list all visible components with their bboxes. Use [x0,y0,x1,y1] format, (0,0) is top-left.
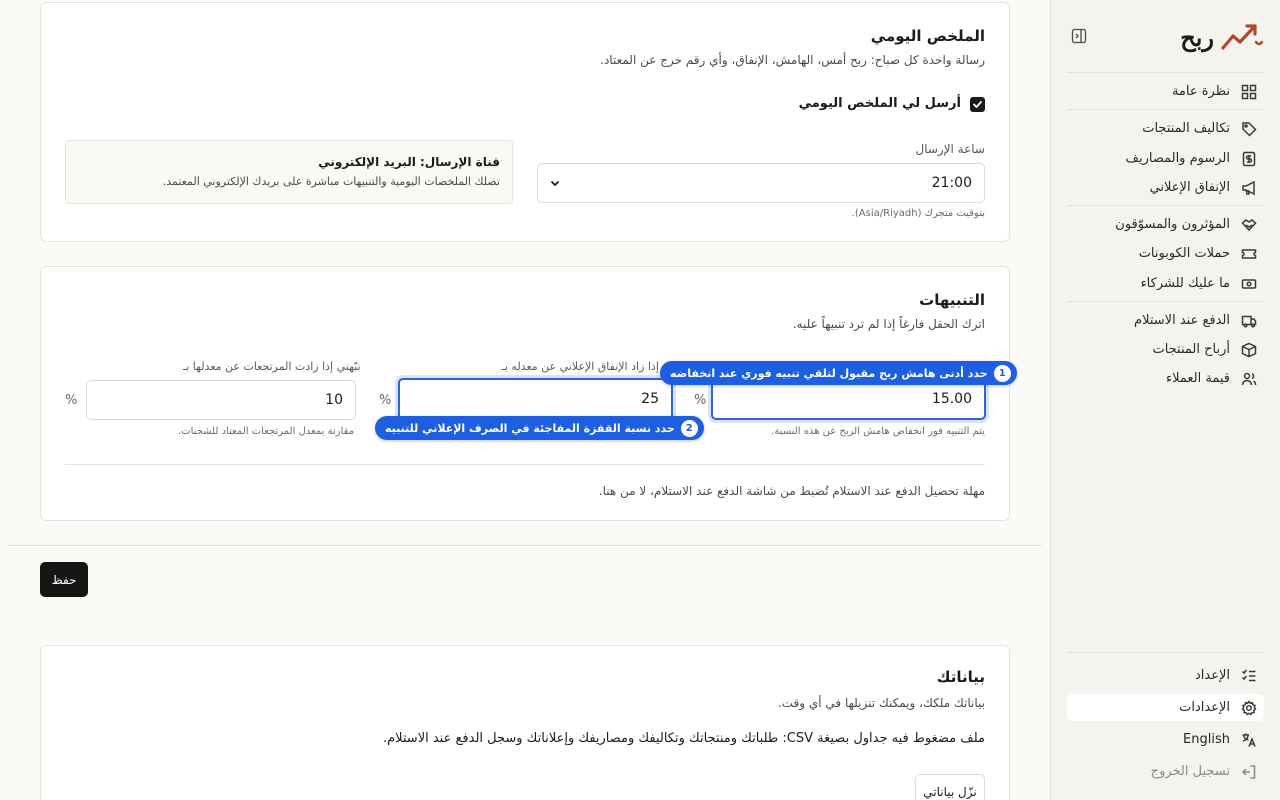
card-title: الملخص اليومي [870,27,985,45]
sidebar-item-product-costs[interactable]: تكاليف المنتجات [1067,115,1264,142]
sidebar-item-label: الإعدادات [1179,700,1230,715]
sidebar-item-label: المؤثرون والمسوّقون [1115,217,1230,232]
banknote-icon [1240,275,1258,293]
users-icon [1240,370,1258,388]
card-description: اترك الحقل فارغاً إذا لم ترد تنبيهاً علي… [792,317,985,331]
save-button[interactable]: حفظ [40,562,88,597]
send-time-value: 21:00 [931,175,972,191]
sidebar-item-label: تكاليف المنتجات [1142,121,1230,136]
sidebar: ربح نظرة عامة تكاليف المنتجات الرسوم وال… [1050,0,1280,800]
timezone-hint: بتوقيت متجرك (Asia/Riyadh). [851,208,985,219]
sidebar-item-label: أرباح المنتجات [1152,342,1230,357]
sidebar-item-product-profits[interactable]: أرباح المنتجات [1067,336,1264,363]
returns-threshold-input[interactable]: 10 [86,380,356,420]
card-description: بياناتك ملكك، ويمكنك تنزيلها في أي وقت. [777,696,985,710]
your-data-card: بياناتك بياناتك ملكك، ويمكنك تنزيلها في … [40,645,1010,800]
sidebar-item-label: الإنفاق الإعلاني [1149,180,1230,195]
brand[interactable]: ربح [1180,20,1264,54]
dollar-receipt-icon [1240,150,1258,168]
tag-icon [1240,120,1258,138]
cod-note: مهلة تحصيل الدفع عند الاستلام تُضبط من ش… [598,484,985,498]
sidebar-item-label: تسجيل الخروج [1150,764,1230,779]
save-bar-divider [8,545,1042,546]
handshake-icon [1240,216,1258,234]
sidebar-item-label: ما عليك للشركاء [1140,276,1230,291]
megaphone-icon [1240,179,1258,197]
callout-number: 2 [680,419,698,437]
brand-name: ربح [1180,22,1214,52]
sidebar-item-setup[interactable]: الإعداد [1067,662,1264,689]
truck-icon [1240,312,1258,330]
callout-text: حدد أدنى هامش ربح مقبول لتلقي تنبيه فوري… [670,366,988,380]
translate-icon [1240,731,1258,749]
ticket-icon [1240,245,1258,263]
callout-number: 1 [993,364,1011,382]
logout-icon [1240,763,1258,781]
sidebar-item-partners[interactable]: ما عليك للشركاء [1067,270,1264,297]
sidebar-item-label: نظرة عامة [1171,84,1230,99]
download-data-button[interactable]: نزّل بياناتي [915,774,985,800]
send-time-select[interactable]: 21:00 [537,163,985,203]
sidebar-divider [1067,652,1264,653]
ad-spend-threshold-input[interactable]: 25 [398,378,673,420]
checklist-icon [1240,667,1258,685]
callout-ad-spend-tip: 2 حدد نسبة القفزة المفاجئة في الصرف الإع… [375,416,704,440]
sidebar-item-logout[interactable]: تسجيل الخروج [1067,758,1264,785]
daily-summary-checkbox[interactable] [970,97,985,112]
section-divider [65,464,985,465]
gear-icon [1240,699,1258,717]
returns-threshold-hint: مقارنة بمعدل المرتجعات المعتاد للشحنات. [178,426,355,437]
sidebar-item-label: الإعداد [1194,668,1230,683]
sidebar-collapse-button[interactable] [1069,26,1089,46]
sidebar-divider [1067,301,1264,302]
sidebar-item-fees[interactable]: الرسوم والمصاريف [1067,145,1264,172]
callout-text: حدد نسبة القفزة المفاجئة في الصرف الإعلا… [385,421,675,435]
card-description: رسالة واحدة كل صباح: ربح أمس، الهامش، ال… [600,53,985,67]
sidebar-item-settings[interactable]: الإعدادات [1067,694,1264,721]
sidebar-item-label: English [1183,732,1230,747]
grid-icon [1240,83,1258,101]
data-export-detail: ملف مضغوط فيه جداول بصيغة CSV: طلباتك وم… [382,731,985,746]
sidebar-item-cod[interactable]: الدفع عند الاستلام [1067,307,1264,334]
chevron-down-icon [550,180,560,187]
returns-threshold-label: نبّهني إذا زادت المرتجعات عن معدلها بـ [183,360,361,373]
percent-unit: % [694,393,707,408]
sidebar-divider [1067,205,1264,206]
sidebar-item-coupons[interactable]: حملات الكوبونات [1067,240,1264,267]
sidebar-item-overview[interactable]: نظرة عامة [1067,78,1264,105]
margin-threshold-value: 15.00 [931,391,972,407]
channel-info-box: قناة الإرسال: البريد الإلكتروني تصلك الم… [65,140,513,204]
percent-unit: % [65,393,78,408]
sidebar-item-label: الدفع عند الاستلام [1134,313,1230,328]
sidebar-item-influencers[interactable]: المؤثرون والمسوّقون [1067,211,1264,238]
ad-spend-threshold-value: 25 [641,391,659,407]
card-title: التنبيهات [919,291,985,309]
sidebar-divider [1067,72,1264,73]
sidebar-item-ad-spend[interactable]: الإنفاق الإعلاني [1067,174,1264,201]
percent-unit: % [379,393,392,408]
card-title: بياناتك [936,668,985,686]
daily-summary-checkbox-label[interactable]: أرسل لي الملخص اليومي [799,96,961,111]
sidebar-item-label: الرسوم والمصاريف [1125,151,1231,166]
panel-collapse-icon [1071,28,1087,44]
alerts-card: التنبيهات اترك الحقل فارغاً إذا لم ترد ت… [40,266,1010,521]
sidebar-item-language[interactable]: English [1067,726,1264,753]
check-icon [973,101,982,108]
box-icon [1240,341,1258,359]
sidebar-item-label: قيمة العملاء [1166,371,1230,386]
brand-logo-icon [1221,24,1264,50]
sidebar-divider [1067,109,1264,110]
daily-summary-card: الملخص اليومي رسالة واحدة كل صباح: ربح أ… [40,2,1010,242]
sidebar-item-customer-value[interactable]: قيمة العملاء [1067,365,1264,392]
channel-title: قناة الإرسال: البريد الإلكتروني [318,155,500,169]
ad-spend-threshold-label: ي إذا زاد الإنفاق الإعلاني عن معدله بـ [501,360,671,373]
margin-threshold-hint: يتم التنبيه فور انخفاض هامش الربح عن هذه… [771,426,985,437]
send-time-label: ساعة الإرسال [915,142,985,156]
returns-threshold-value: 10 [325,392,343,408]
callout-margin-tip: 1 حدد أدنى هامش ربح مقبول لتلقي تنبيه فو… [660,361,1017,385]
sidebar-item-label: حملات الكوبونات [1138,246,1230,261]
channel-description: تصلك الملخصات اليومية والتنبيهات مباشرة … [162,175,500,188]
